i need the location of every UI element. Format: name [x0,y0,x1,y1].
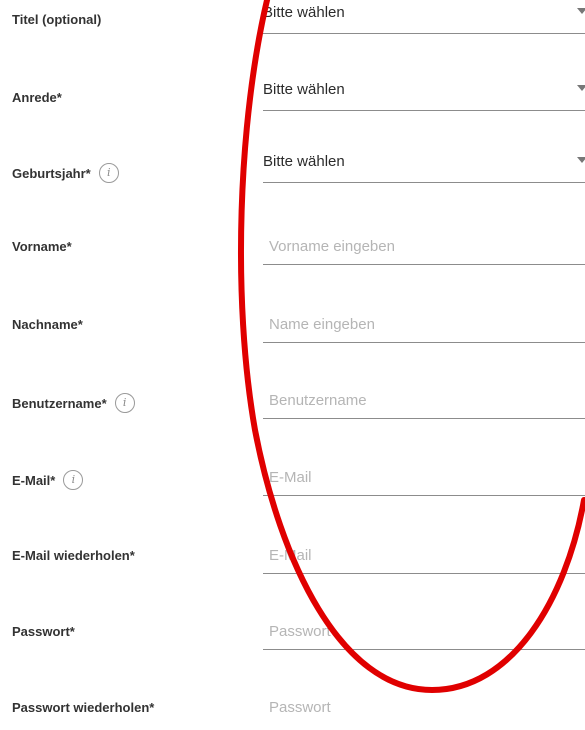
titel-select[interactable]: Bitte wählen [263,0,585,34]
passwort-repeat-row: Passwort wiederholen* [0,690,585,730]
chevron-down-icon [577,8,585,14]
chevron-down-icon [577,157,585,163]
vorname-input[interactable] [263,229,585,263]
nachname-field[interactable] [263,307,585,343]
info-icon[interactable]: i [98,163,119,183]
anrede-row: Anrede* Bitte wählen [0,80,585,120]
passwort-repeat-input[interactable] [263,690,585,724]
passwort-label: Passwort* [12,624,75,639]
email-repeat-input[interactable] [263,538,585,572]
anrede-label: Anrede* [12,90,62,105]
nachname-row: Nachname* [0,307,585,347]
registration-form: Titel (optional) Bitte wählen Anrede* Bi… [0,0,585,726]
passwort-repeat-label: Passwort wiederholen* [12,700,155,715]
benutzername-row: Benutzername* i [0,383,585,423]
email-repeat-row: E-Mail wiederholen* [0,538,585,578]
email-input[interactable] [263,460,585,494]
vorname-row: Vorname* [0,229,585,269]
email-repeat-label: E-Mail wiederholen* [12,548,135,563]
vorname-field[interactable] [263,229,585,265]
geburtsjahr-label: Geburtsjahr* i [12,163,119,183]
nachname-label: Nachname* [12,317,83,332]
email-field[interactable] [263,460,585,496]
titel-label: Titel (optional) [12,12,102,27]
chevron-down-icon [577,85,585,91]
geburtsjahr-select[interactable]: Bitte wählen [263,147,585,183]
benutzername-label: Benutzername* i [12,393,135,413]
info-icon[interactable]: i [63,470,84,490]
email-label: E-Mail* i [12,470,84,490]
geburtsjahr-select-value: Bitte wählen [263,153,345,170]
passwort-input[interactable] [263,614,585,648]
nachname-input[interactable] [263,307,585,341]
geburtsjahr-row: Geburtsjahr* i Bitte wählen [0,153,585,193]
passwort-row: Passwort* [0,614,585,654]
email-row: E-Mail* i [0,460,585,500]
vorname-label: Vorname* [12,239,72,254]
anrede-select[interactable]: Bitte wählen [263,75,585,111]
benutzername-input[interactable] [263,383,585,417]
passwort-repeat-field[interactable] [263,690,585,726]
anrede-select-value: Bitte wählen [263,81,345,98]
passwort-field[interactable] [263,614,585,650]
titel-row: Titel (optional) Bitte wählen [0,2,585,42]
info-icon[interactable]: i [114,393,135,413]
benutzername-field[interactable] [263,383,585,419]
titel-select-value: Bitte wählen [263,4,345,21]
email-repeat-field[interactable] [263,538,585,574]
